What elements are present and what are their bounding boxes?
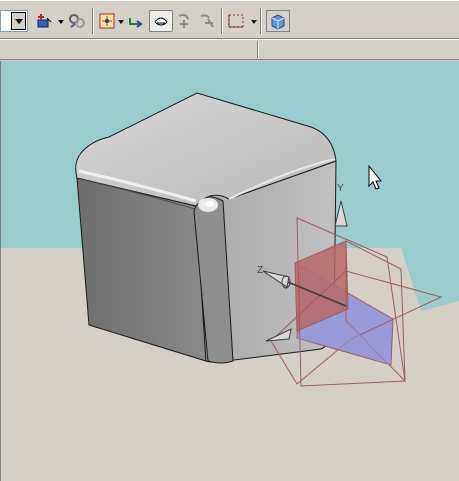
- chevron-down-icon: [14, 18, 23, 24]
- rotate-view-button[interactable]: [174, 10, 194, 32]
- main-toolbar: [0, 0, 459, 38]
- convert-entities-icon: [129, 18, 143, 28]
- select-box-icon: [228, 14, 244, 28]
- insert-sketch-button[interactable]: [34, 10, 56, 32]
- rebuild-icon: [154, 17, 168, 26]
- combo-dropdown-button[interactable]: [11, 12, 26, 30]
- y-axis-label: Y: [337, 183, 344, 194]
- pan-view-button[interactable]: [196, 10, 218, 32]
- secondary-toolbar: [0, 38, 459, 60]
- rotate-view-icon: [178, 14, 189, 28]
- relations-icon: [69, 14, 85, 28]
- view-cube-icon: [271, 14, 285, 30]
- select-box-button[interactable]: [226, 10, 248, 32]
- model-canvas[interactable]: Z Y: [1, 61, 459, 481]
- toolbar-divider: [257, 41, 259, 58]
- convert-entities-button[interactable]: [126, 10, 146, 32]
- z-axis-label: Z: [257, 265, 263, 276]
- toolbar-separator: [260, 8, 262, 34]
- toolbar-separator: [221, 8, 223, 34]
- view-orientation-combo[interactable]: [0, 10, 28, 32]
- toolbar-separator: [92, 8, 94, 34]
- pan-view-icon: [200, 14, 214, 28]
- view-cube-button[interactable]: [266, 10, 290, 32]
- insert-sketch-icon: [37, 14, 52, 28]
- insert-dropdown-arrow[interactable]: [58, 20, 64, 24]
- smart-dimension-button[interactable]: [97, 10, 117, 32]
- graphics-viewport[interactable]: Z Y: [0, 61, 459, 481]
- select-dropdown-arrow[interactable]: [251, 20, 257, 24]
- rebuild-button[interactable]: [149, 10, 173, 32]
- smart-dimension-icon: [99, 13, 115, 29]
- dimension-dropdown-arrow[interactable]: [118, 20, 124, 24]
- relations-button[interactable]: [66, 10, 88, 32]
